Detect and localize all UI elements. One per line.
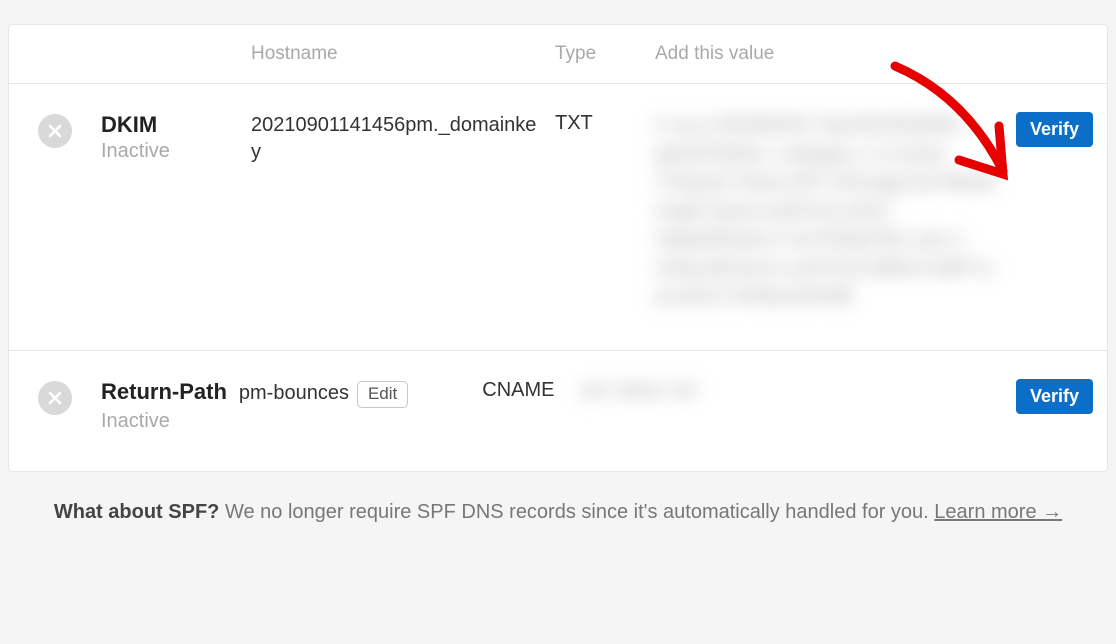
table-header-row: Hostname Type Add this value [9, 25, 1107, 84]
hostname-value: pm-bounces [239, 380, 349, 407]
record-name: DKIM [101, 112, 251, 138]
dns-value-obfuscated: pm mtasv net [582, 380, 696, 402]
hostname-value: 20210901141456pm._domainkey [251, 114, 536, 163]
record-type: TXT [555, 112, 593, 134]
header-value: Add this value [655, 43, 1011, 65]
record-status: Inactive [101, 140, 251, 163]
footer-lead: What about SPF? [54, 501, 220, 523]
record-type: CNAME [482, 379, 554, 401]
dns-value-obfuscated: k rsa p MIGfMA0G SqGSIb3DQEBA gNADCBiQK … [655, 112, 1001, 312]
table-row: DKIM Inactive 20210901141456pm._domainke… [9, 84, 1107, 351]
header-type: Type [555, 43, 655, 65]
footer-text: We no longer require SPF DNS records sin… [225, 501, 929, 523]
table-row: Return-Path pm-bounces Edit Inactive CNA… [9, 351, 1107, 471]
learn-more-link[interactable]: Learn more → [934, 501, 1062, 523]
status-inactive-icon [38, 114, 72, 148]
record-status: Inactive [101, 410, 408, 433]
header-hostname: Hostname [251, 43, 555, 65]
dns-records-card: Hostname Type Add this value DKIM Inacti… [8, 24, 1108, 472]
record-name: Return-Path [101, 379, 227, 405]
verify-button[interactable]: Verify [1016, 112, 1093, 147]
verify-button[interactable]: Verify [1016, 379, 1093, 414]
edit-button[interactable]: Edit [357, 381, 408, 408]
status-inactive-icon [38, 381, 72, 415]
spf-footer-note: What about SPF? We no longer require SPF… [8, 496, 1108, 528]
